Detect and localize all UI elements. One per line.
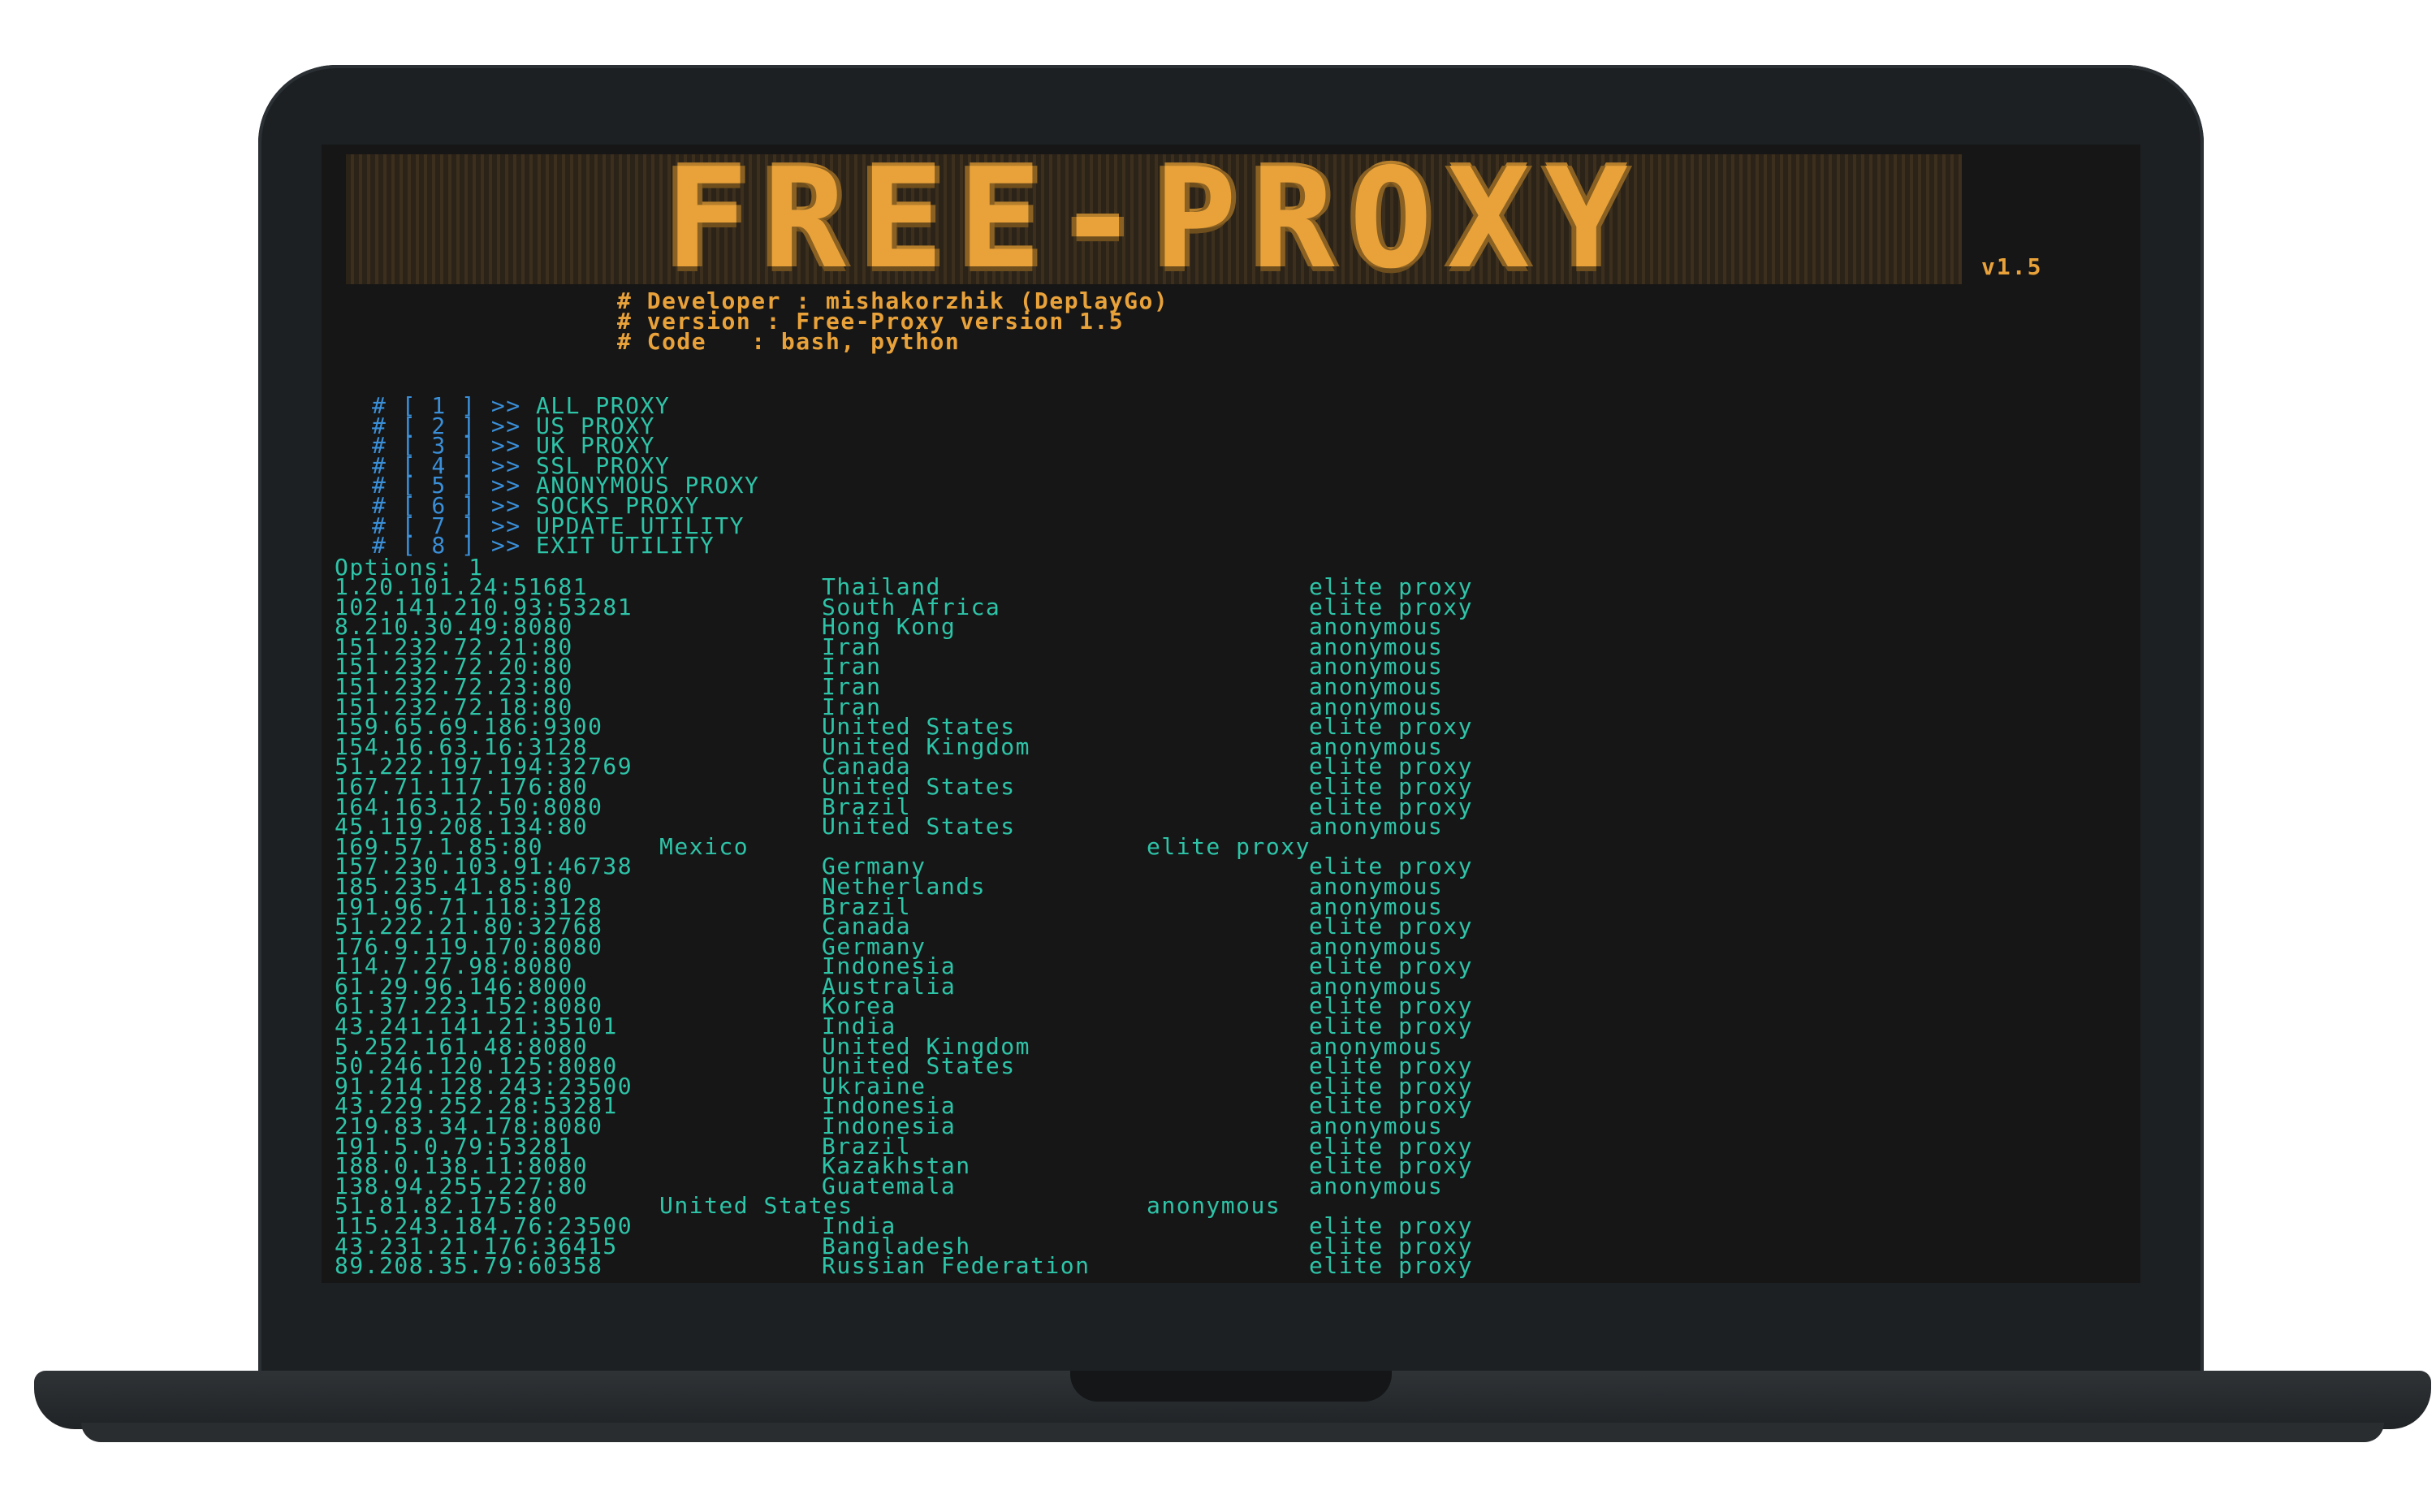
proxy-type: anonymous	[1147, 1192, 1281, 1220]
proxy-type: elite proxy	[1309, 1252, 1473, 1280]
laptop-trackpad-notch	[1070, 1371, 1392, 1402]
info-code: # Code : bash, python	[617, 328, 961, 355]
proxy-country: United States	[822, 813, 1016, 840]
proxy-type: anonymous	[1309, 813, 1444, 840]
proxy-country: Mexico	[659, 832, 749, 860]
info-block: # Developer : mishakorzhik (DeplayGo) # …	[617, 290, 1168, 355]
proxy-ip: 89.208.35.79:60358	[335, 1252, 603, 1280]
menu-item-label: EXIT UTILITY	[535, 532, 715, 559]
menu-list: # [ 1 ] >> ALL PROXY # [ 2 ] >> US PROXY #…	[372, 395, 759, 559]
banner-version-tag: v1.5	[1981, 253, 2043, 280]
menu-item-arrow: >>	[490, 532, 521, 559]
proxy-type: elite proxy	[1147, 832, 1311, 860]
terminal-screen[interactable]: FREE-PROXY v1.5 # Developer : mishakorzh…	[322, 145, 2140, 1283]
ascii-banner: FREE-PROXY	[346, 145, 1962, 300]
banner-title: FREE-PROXY	[665, 145, 1643, 300]
proxy-country: Russian Federation	[822, 1252, 1091, 1280]
proxy-type: anonymous	[1309, 1172, 1444, 1199]
laptop-base-edge	[81, 1423, 2384, 1442]
